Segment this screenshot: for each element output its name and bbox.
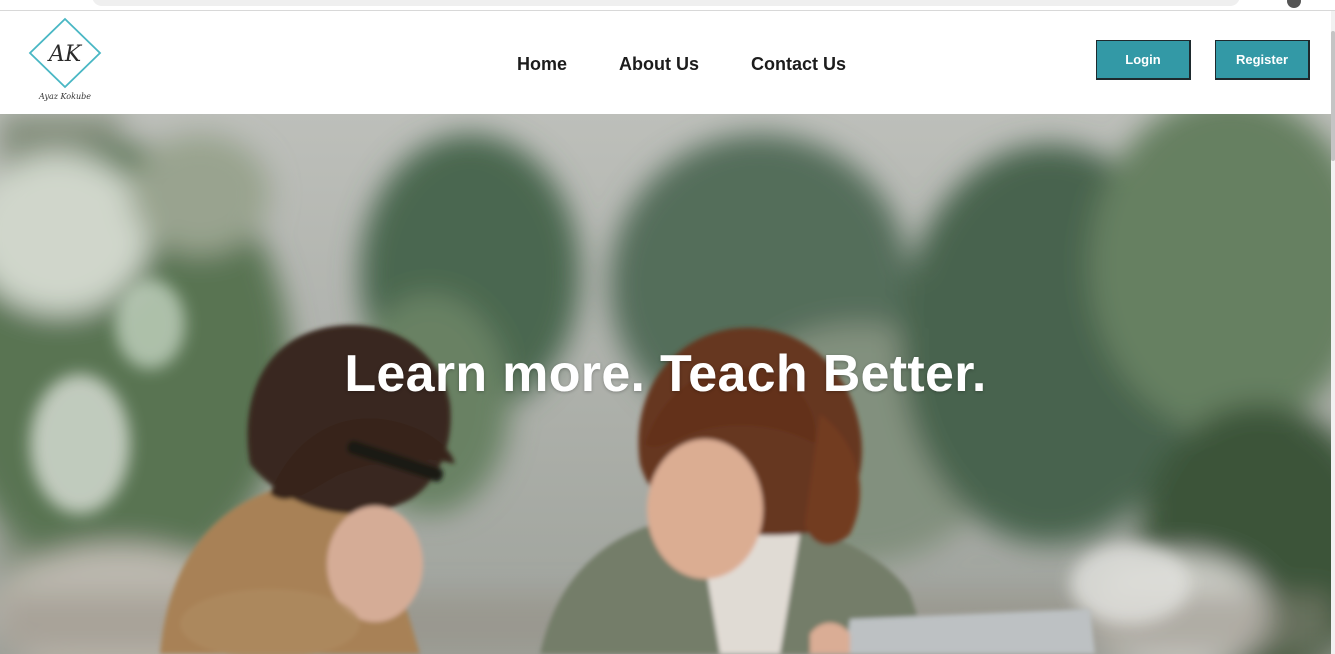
hero-headline: Learn more. Teach Better. (344, 345, 987, 403)
nav-home-link[interactable]: Home (517, 54, 567, 75)
scrollbar-thumb[interactable] (1331, 31, 1335, 161)
register-button[interactable]: Register (1215, 40, 1310, 80)
address-bar[interactable] (92, 0, 1240, 6)
hero-banner: Learn more. Teach Better. (0, 114, 1331, 654)
nav-contact-link[interactable]: Contact Us (751, 54, 846, 75)
extension-icon[interactable] (1287, 0, 1301, 8)
logo-monogram: AK (47, 42, 83, 67)
login-button[interactable]: Login (1096, 40, 1191, 80)
browser-toolbar-edge (0, 0, 1335, 11)
site-logo[interactable]: AK Ayaz Kokube (26, 17, 104, 101)
main-nav: Home About Us Contact Us (517, 54, 846, 75)
logo-signature: Ayaz Kokube (38, 92, 91, 101)
nav-about-link[interactable]: About Us (619, 54, 699, 75)
page-scrollbar[interactable] (1331, 11, 1335, 654)
logo-mark: AK Ayaz Kokube (28, 17, 102, 101)
site-header: AK Ayaz Kokube Home About Us Contact Us … (0, 11, 1331, 114)
